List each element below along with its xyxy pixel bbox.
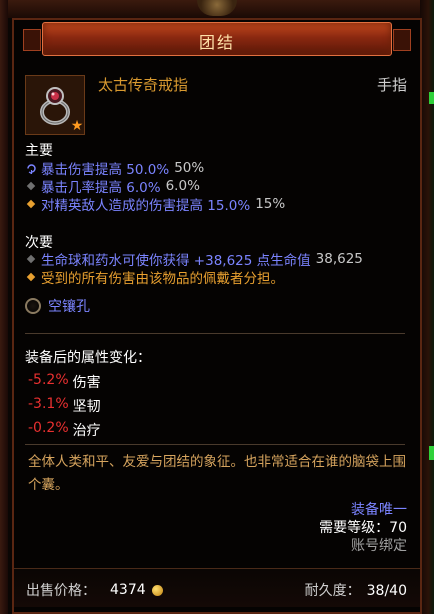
- stat-change-row: -0.2% 治疗: [28, 420, 101, 440]
- attr-text: 暴击伤害提高 50.0%: [41, 162, 170, 178]
- stat-change-title: 装备后的属性变化：: [25, 350, 151, 366]
- attr-text: 对精英敌人造成的伤害提高 15.0%: [41, 198, 251, 214]
- tooltip-title-bar: 团结: [23, 22, 411, 56]
- attr-value: 50%: [174, 160, 205, 176]
- attr-value: 38,625: [315, 251, 363, 267]
- sell-price-label: 出售价格：: [26, 583, 96, 599]
- sell-price-value: 4374: [110, 582, 146, 598]
- durability-label: 耐久度：: [304, 583, 361, 599]
- top-ornament: [0, 0, 434, 18]
- title-cap-right: [393, 29, 411, 51]
- diamond-icon: [25, 198, 37, 210]
- stat-label: 治疗: [72, 423, 101, 439]
- unique-equipped-label: 装备唯一: [351, 502, 407, 518]
- item-slot: 手指: [376, 76, 407, 94]
- attr-value: 6.0%: [165, 178, 200, 194]
- diamond-icon: [25, 180, 37, 192]
- durability-value: 38/40: [366, 583, 407, 599]
- divider: [25, 333, 405, 334]
- account-bound-label: 账号绑定: [351, 538, 407, 554]
- primary-label: 主要: [25, 143, 53, 159]
- divider: [25, 444, 405, 445]
- attr-text: 受到的所有伤害由该物品的佩戴者分担。: [41, 271, 284, 287]
- stat-change-row: -3.1% 坚韧: [28, 396, 101, 416]
- stat-delta: -0.2%: [28, 420, 69, 436]
- star-icon: ★: [70, 118, 84, 134]
- item-title: 团结: [198, 33, 235, 52]
- refresh-icon: [25, 162, 37, 174]
- title-cap-left: [23, 29, 41, 51]
- stat-delta: -3.1%: [28, 396, 69, 412]
- sell-price: 出售价格： 4374: [26, 580, 163, 600]
- socket-label: 空镶孔: [48, 299, 90, 315]
- frame-right-edge: [420, 0, 434, 614]
- gold-coin-icon: [151, 584, 163, 596]
- primary-attr: 对精英敌人造成的伤害提高 15.0% 15%: [25, 194, 285, 214]
- attr-text: 暴击几率提高 6.0%: [41, 180, 161, 196]
- green-indicator: [429, 446, 434, 460]
- item-name: 太古传奇戒指: [98, 76, 189, 94]
- green-indicator: [429, 92, 434, 104]
- attr-value: 15%: [255, 196, 286, 212]
- frame-left-edge: [0, 0, 8, 614]
- stat-delta: -5.2%: [28, 372, 69, 388]
- stat-label: 坚韧: [72, 399, 101, 415]
- attr-text: 生命球和药水可使你获得 +38,625 点生命值: [41, 253, 311, 269]
- secondary-attr: 受到的所有伤害由该物品的佩戴者分担。: [25, 267, 284, 287]
- diamond-icon: [25, 253, 37, 265]
- primary-attr: 暴击伤害提高 50.0% 50%: [25, 158, 204, 178]
- primary-attr: 暴击几率提高 6.0% 6.0%: [25, 176, 200, 196]
- required-level: 需要等级：70: [319, 520, 407, 536]
- secondary-attr: 生命球和药水可使你获得 +38,625 点生命值 38,625: [25, 249, 363, 269]
- empty-socket: 空镶孔: [25, 296, 90, 316]
- diamond-icon: [25, 271, 37, 283]
- stat-label: 伤害: [72, 375, 101, 391]
- flavor-text: 全体人类和平、友爱与团结的象征。也非常适合在谁的脑袋上围个囊。: [28, 454, 406, 493]
- crest-ornament: [197, 0, 237, 16]
- durability: 耐久度： 38/40: [305, 580, 407, 600]
- socket-icon: [25, 298, 41, 314]
- stat-change-row: -5.2% 伤害: [28, 372, 101, 392]
